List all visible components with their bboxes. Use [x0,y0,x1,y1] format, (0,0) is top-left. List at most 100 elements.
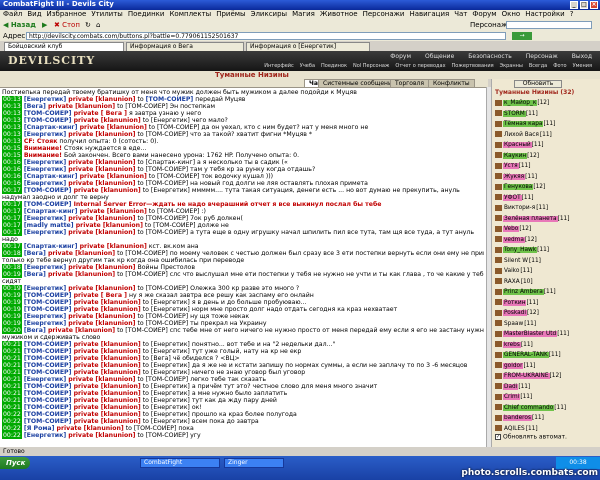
checkbox-icon[interactable]: ✓ [495,434,501,440]
player-row[interactable]: AQILES[11] [495,425,598,433]
player-row[interactable]: Зелёная планета[11] [495,215,598,223]
game-nav-item[interactable]: Форум [390,53,411,60]
chat-nick[interactable]: [ТОМ-СОЙЕР] [24,299,72,306]
browser-tab[interactable]: Информация о [Енергетик] [246,42,370,51]
chat-nick[interactable]: [Енергетик] [24,159,66,166]
chat-nick[interactable]: [ТОМ-СОЙЕР] [24,117,72,124]
chat-nick[interactable]: [Енергетик] [24,215,66,222]
player-row[interactable]: STORM[11] [495,110,598,118]
menu-item[interactable]: Эликсиры [251,10,288,18]
player-name[interactable]: vedma [503,236,525,243]
game-subnav-item[interactable]: Поединок [321,63,347,69]
menu-item[interactable]: Чат [454,10,467,18]
player-name[interactable]: Жукяя [503,173,526,180]
chat-nick[interactable]: [Енергетик] [24,229,66,236]
player-row[interactable]: MasterBlaster Utd[11] [495,330,598,338]
chat-nick[interactable]: [Енергетик] [24,376,66,383]
game-nav-item[interactable]: Безопасность [468,53,512,60]
chat-nick[interactable]: [Спартак-кинг] [24,208,78,215]
player-name[interactable]: goldor [503,362,524,369]
game-subnav-item[interactable]: Nol Персонаж [353,63,389,69]
chat-nick[interactable]: [ТОМ-СОЙЕР] [24,348,72,355]
game-subnav-item[interactable]: Фото [553,63,566,69]
player-row[interactable]: Dadi[11] [495,383,598,391]
tab-system-messages[interactable]: Системные сообщения [318,79,401,87]
address-input[interactable]: http://devilscity.combats.com/buttons.pl… [26,32,506,40]
menu-item[interactable]: Настройки [525,10,565,18]
player-name[interactable]: RAXA [503,279,521,285]
player-name[interactable]: GENERAL-TANK [503,352,549,358]
task-button[interactable]: CombatFight [140,458,220,468]
chat-nick[interactable]: [ТОМ-СОЙЕР] [24,341,72,348]
close-button[interactable]: × [590,1,598,9]
forward-button[interactable]: ▶ [42,22,47,29]
player-row[interactable]: Жукяя[11] [495,173,598,181]
game-subnav-item[interactable]: Интерфейс [264,63,294,69]
player-row[interactable]: Prinz Ambera[11] [495,288,598,296]
menu-item[interactable]: Форум [472,10,496,18]
browser-tab[interactable]: Информация о Вега [126,42,244,51]
game-subnav-item[interactable]: Пожертвования [452,63,494,69]
chat-nick[interactable]: [ТОМ-СОЙЕР] [24,369,72,376]
player-row[interactable]: goldor[11] [495,362,598,370]
player-row[interactable]: Роткин[11] [495,299,598,307]
game-subnav-item[interactable]: Всегда [529,63,547,69]
player-name[interactable]: Vebo [503,226,520,232]
stop-button[interactable]: ✖ Стоп [54,22,80,29]
refresh-icon[interactable]: ↻ [85,22,91,29]
player-row[interactable]: Виктори-я[11] [495,204,598,212]
chat-nick[interactable]: [Вега] [24,271,46,278]
chat-nick[interactable]: [Енергетик] [24,285,66,292]
player-row[interactable]: GENERAL-TANK[11] [495,351,598,359]
go-button[interactable]: → [512,32,532,40]
maximize-button[interactable]: □ [580,1,588,9]
player-name[interactable]: Роткин [503,299,527,306]
chat-nick[interactable]: [madly matte] [24,222,74,229]
player-row[interactable]: Генукова[12] [495,183,598,191]
player-name[interactable]: Crimi [503,394,521,400]
player-name[interactable]: УФОТ [503,194,522,201]
chat-nick[interactable]: [Енергетик] [24,166,66,173]
chat-nick[interactable]: [Енергетик] [24,131,66,138]
player-row[interactable]: Silent W[11] [495,257,598,265]
tab-trade[interactable]: Торговля [390,79,429,87]
player-row[interactable]: Лихой Вася[11] [495,131,598,139]
chat-nick[interactable]: [ТОМ-СОЙЕР] [24,187,72,194]
player-name[interactable]: STORM [503,110,526,117]
player-row[interactable]: Vebo[12] [495,225,598,233]
player-name[interactable]: Poskadi [503,310,527,316]
player-name[interactable]: Dadi [503,383,519,390]
player-name[interactable]: Vaiko [503,268,520,274]
game-subnav-item[interactable]: Экранны [500,63,523,69]
player-row[interactable]: Устя[11] [495,162,598,170]
chat-nick[interactable]: [Енергетик] [24,180,66,187]
player-name[interactable]: к_Майор_к [503,100,538,106]
back-button[interactable]: ◀ Назад [3,22,36,29]
chat-nick[interactable]: [Енергетик] [24,313,66,320]
chat-nick[interactable]: [ТОМ-СОЙЕР] [24,411,72,418]
menu-item[interactable]: Избранное [47,10,87,18]
chat-nick[interactable]: [ТОМ-СОЙЕР] [24,418,72,425]
chat-nick[interactable]: [ТОМ-СОЙЕР] [24,362,72,369]
player-name[interactable]: Лихой Вася [503,132,540,138]
player-name[interactable]: krebs [503,341,521,348]
player-row[interactable]: к_Майор_к[12] [495,99,598,107]
player-name[interactable]: Зелёная планета [503,215,558,222]
chat-nick[interactable]: [ТОМ-СОЙЕР] [24,404,72,411]
menu-item[interactable]: Вид [27,10,41,18]
player-row[interactable]: Тёмная кара[11] [495,120,598,128]
chat-nick[interactable]: [Спартак-кинг] [24,173,78,180]
start-button[interactable]: Пуск [0,457,30,469]
player-name[interactable]: Каукин [503,152,528,159]
player-row[interactable]: krebs[11] [495,341,598,349]
chat-nick[interactable]: [Вега] [24,250,46,257]
chat-nick[interactable]: [Енергетик] [24,96,66,103]
chat-nick[interactable]: [Енергетик] [24,264,66,271]
tab-conflicts[interactable]: Конфликты [428,79,475,87]
chat-nick[interactable]: [Спартак-кинг] [24,124,78,131]
player-name[interactable]: AQILES [503,426,526,432]
player-row[interactable]: FROM-UKRAINE[12] [495,372,598,380]
game-nav-item[interactable]: Выход [572,53,592,60]
menu-item[interactable]: Утилиты [91,10,123,18]
task-button[interactable]: Zinger [224,458,284,468]
